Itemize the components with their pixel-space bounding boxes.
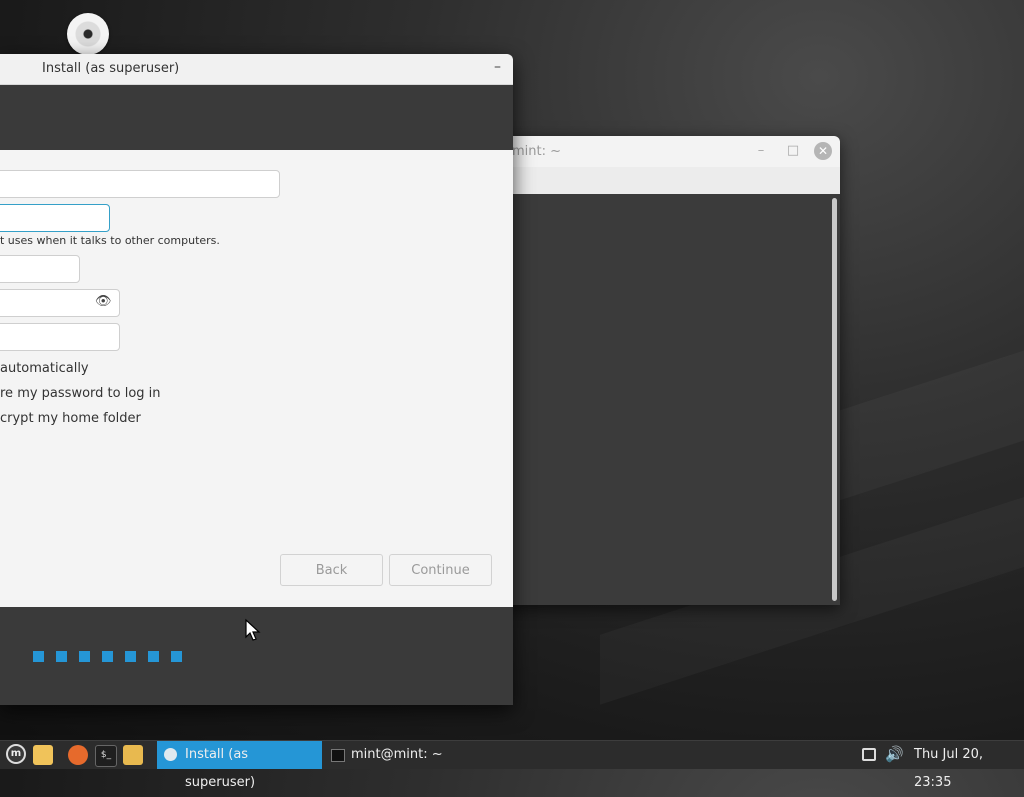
taskbar-item-label: mint@mint: ~	[351, 747, 443, 762]
progress-step-dot	[171, 651, 182, 662]
progress-step-dot	[125, 651, 136, 662]
progress-step-dot	[33, 651, 44, 662]
terminal-scrollbar[interactable]	[832, 198, 837, 601]
installer-header	[0, 85, 513, 150]
terminal-menubar	[480, 167, 840, 194]
back-button[interactable]: Back	[280, 554, 383, 586]
terminal-titlebar[interactable]: mint: ~ – □ ✕	[480, 136, 840, 167]
clock[interactable]: Thu Jul 20, 23:35	[914, 741, 1024, 797]
progress-step-dot	[102, 651, 113, 662]
folder-launcher-icon[interactable]	[123, 745, 143, 765]
installer-form: t uses when it talks to other computers.…	[0, 150, 513, 607]
maximize-button[interactable]: □	[784, 142, 802, 160]
continue-button[interactable]: Continue	[389, 554, 492, 586]
progress-step-dot	[148, 651, 159, 662]
terminal-title: mint: ~	[512, 144, 562, 159]
encrypt-home-option[interactable]: crypt my home folder	[0, 411, 141, 426]
login-automatically-option[interactable]: automatically	[0, 361, 89, 376]
taskbar: m $_ Install (as superuser) mint@mint: ~…	[0, 740, 1024, 790]
volume-icon[interactable]: 🔊	[885, 745, 904, 763]
progress-step-dot	[79, 651, 90, 662]
require-password-option[interactable]: re my password to log in	[0, 386, 161, 401]
eye-icon[interactable]: 👁	[95, 295, 112, 308]
installer-title: Install (as superuser)	[42, 61, 180, 76]
taskbar-item-label: Install (as superuser)	[185, 747, 256, 790]
taskbar-item-terminal[interactable]: mint@mint: ~	[325, 741, 475, 769]
progress-step-dot	[56, 651, 67, 662]
files-launcher-icon[interactable]	[33, 745, 53, 765]
taskbar-item-installer[interactable]: Install (as superuser)	[157, 741, 322, 790]
firefox-launcher-icon[interactable]	[68, 745, 88, 765]
close-button[interactable]: ✕	[814, 142, 832, 160]
username-field[interactable]	[0, 255, 80, 283]
password-field[interactable]: 👁	[0, 289, 120, 317]
terminal-icon	[331, 749, 345, 762]
installer-titlebar[interactable]: Install (as superuser) –	[0, 54, 513, 85]
minimize-button[interactable]: –	[494, 59, 501, 75]
terminal-output-area[interactable]	[480, 194, 840, 605]
name-field[interactable]	[0, 170, 280, 198]
installer-window[interactable]: Install (as superuser) – t uses when it …	[0, 54, 513, 705]
mint-menu-icon[interactable]: m	[6, 744, 26, 764]
computer-name-hint: t uses when it talks to other computers.	[0, 234, 220, 247]
dvd-disc-icon[interactable]	[67, 13, 109, 55]
network-icon[interactable]	[862, 748, 876, 761]
confirm-password-field[interactable]	[0, 323, 120, 351]
progress-dots	[33, 651, 182, 662]
installer-icon	[164, 748, 177, 761]
terminal-window[interactable]: mint: ~ – □ ✕	[480, 136, 840, 605]
terminal-launcher-icon[interactable]: $_	[95, 745, 117, 767]
computer-name-field[interactable]	[0, 204, 110, 232]
minimize-button[interactable]: –	[752, 142, 770, 160]
